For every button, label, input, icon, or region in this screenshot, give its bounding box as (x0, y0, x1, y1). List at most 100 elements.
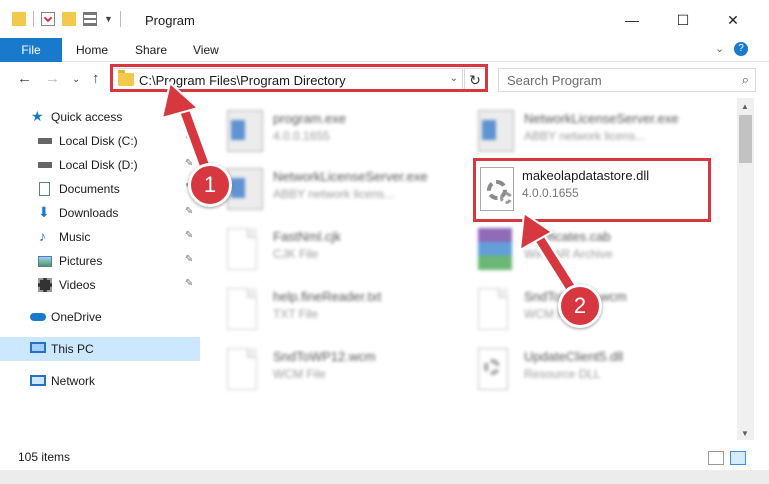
file-name: FastNml.cjk (273, 229, 341, 244)
sidebar-item-network[interactable]: Network (0, 370, 200, 392)
sidebar-item-label: OneDrive (51, 310, 102, 324)
file-type: 4.0.0.1655 (273, 129, 330, 143)
divider (119, 11, 121, 27)
drive-icon (38, 162, 52, 168)
tab-file[interactable]: File (0, 38, 62, 62)
quick-access-toolbar: ▼ (12, 11, 121, 27)
sidebar-item-quick-access[interactable]: ★ Quick access (0, 106, 200, 128)
title-bar: ▼ Program — ☐ ✕ (0, 0, 769, 38)
blank-file-icon (227, 288, 257, 330)
large-icons-view-icon[interactable] (730, 451, 746, 465)
divider (33, 11, 34, 27)
sidebar-item-onedrive[interactable]: OneDrive (0, 306, 200, 328)
scrollbar-thumb[interactable] (739, 115, 752, 163)
blank-file-icon (478, 288, 508, 330)
sidebar-item-videos[interactable]: Videos ✎ (0, 274, 200, 296)
back-button[interactable]: ← (17, 70, 32, 87)
sidebar-item-label: Network (51, 374, 96, 388)
blank-file-icon (227, 228, 257, 270)
list-item[interactable]: NetworkLicenseServer.exe ABBY network li… (227, 166, 467, 222)
search-placeholder: Search Program (507, 73, 602, 88)
list-item[interactable]: help.fineReader.txt TXT File (227, 286, 467, 342)
file-name: program.exe (273, 111, 346, 126)
search-icon[interactable]: ⌕ (742, 72, 749, 88)
window-icon (478, 110, 514, 152)
list-item[interactable]: FastNml.cjk CJK File (227, 226, 467, 282)
list-item[interactable]: UpdateClient5.dll Resource DLL (478, 346, 718, 402)
window-title: Program (145, 13, 195, 28)
winrar-icon (478, 228, 512, 270)
dll-gear-icon (478, 348, 508, 390)
file-type: WCM File (273, 367, 326, 381)
file-type: TXT File (273, 307, 319, 321)
file-name: certificates.cab (524, 229, 611, 244)
step-1-badge: 1 (188, 163, 232, 207)
pin-icon[interactable]: ✎ (185, 206, 193, 217)
music-icon: ♪ (39, 228, 46, 244)
sidebar-item-label: Videos (59, 278, 96, 292)
sidebar-item-local-disk-d[interactable]: Local Disk (D:) ✎ (0, 154, 200, 176)
taskbar-strip (0, 470, 769, 484)
pin-icon[interactable]: ✎ (185, 230, 193, 241)
expand-ribbon-icon[interactable]: ⌄ (715, 42, 724, 55)
window-icon (227, 168, 263, 210)
ribbon: File Home Share View ⌄ ? (0, 38, 769, 62)
navigation-pane: ★ Quick access Local Disk (C:) ✎ Local D… (0, 98, 200, 440)
sidebar-item-label: Downloads (59, 206, 119, 220)
sidebar-item-downloads[interactable]: ⬇ Downloads ✎ (0, 202, 200, 224)
pin-icon[interactable]: ✎ (185, 134, 193, 145)
up-button[interactable]: ↑ (92, 70, 100, 87)
file-type: ABBY network licens... (524, 129, 646, 143)
file-highlight-box (473, 158, 711, 222)
sidebar-item-music[interactable]: ♪ Music ✎ (0, 226, 200, 248)
drive-icon (38, 138, 52, 144)
close-button[interactable]: ✕ (710, 6, 756, 34)
view-menu-icon[interactable] (83, 12, 97, 26)
file-type: WinRAR Archive (524, 247, 613, 261)
list-item[interactable]: NetworkLicenseServer.exe ABBY network li… (478, 108, 718, 164)
file-type: Resource DLL (524, 367, 601, 381)
list-item[interactable]: SndToWP12.wcm WCM File (227, 346, 467, 402)
folder-icon (12, 12, 26, 26)
list-item[interactable]: certificates.cab WinRAR Archive (478, 226, 718, 282)
sidebar-item-this-pc[interactable]: This PC (0, 337, 200, 361)
tab-share[interactable]: Share (135, 43, 167, 57)
recent-locations-button[interactable]: ⌄ (72, 74, 80, 85)
pictures-icon (38, 256, 52, 267)
tab-view[interactable]: View (193, 43, 219, 57)
customize-toolbar-icon[interactable]: ▼ (104, 14, 113, 24)
details-view-icon[interactable] (708, 451, 724, 465)
videos-icon (38, 278, 52, 292)
file-list: program.exe 4.0.0.1655 NetworkLicenseSer… (200, 98, 737, 440)
maximize-button[interactable]: ☐ (660, 6, 706, 34)
sidebar-item-local-disk-c[interactable]: Local Disk (C:) ✎ (0, 130, 200, 152)
address-highlight-box (110, 64, 488, 92)
blank-file-icon (227, 348, 257, 390)
minimize-button[interactable]: — (609, 6, 655, 34)
sidebar-item-label: Quick access (51, 110, 123, 124)
step-2-badge: 2 (558, 284, 602, 328)
status-bar: 105 items (0, 440, 769, 470)
onedrive-icon (30, 313, 46, 321)
pin-icon[interactable]: ✎ (185, 278, 193, 289)
vertical-scrollbar[interactable]: ▲ ▼ (737, 98, 754, 440)
sidebar-item-documents[interactable]: Documents ✎ (0, 178, 200, 200)
pin-icon[interactable]: ✎ (185, 158, 193, 169)
pin-icon[interactable]: ✎ (185, 254, 193, 265)
list-item[interactable]: program.exe 4.0.0.1655 (227, 108, 467, 164)
file-name: SndToWP12.wcm (273, 349, 376, 364)
search-input[interactable]: Search Program ⌕ (498, 68, 756, 92)
new-folder-icon[interactable] (62, 12, 76, 26)
forward-button[interactable]: → (45, 70, 60, 87)
star-icon: ★ (31, 108, 44, 124)
help-icon[interactable]: ? (734, 42, 748, 56)
exe-icon (227, 110, 263, 152)
sidebar-item-pictures[interactable]: Pictures ✎ (0, 250, 200, 272)
properties-icon[interactable] (41, 12, 55, 26)
scroll-down-icon[interactable]: ▼ (741, 429, 749, 438)
file-name: NetworkLicenseServer.exe (524, 111, 679, 126)
tab-home[interactable]: Home (76, 43, 108, 57)
scroll-up-icon[interactable]: ▲ (741, 102, 749, 111)
downloads-icon: ⬇ (38, 204, 50, 220)
file-name: NetworkLicenseServer.exe (273, 169, 428, 184)
